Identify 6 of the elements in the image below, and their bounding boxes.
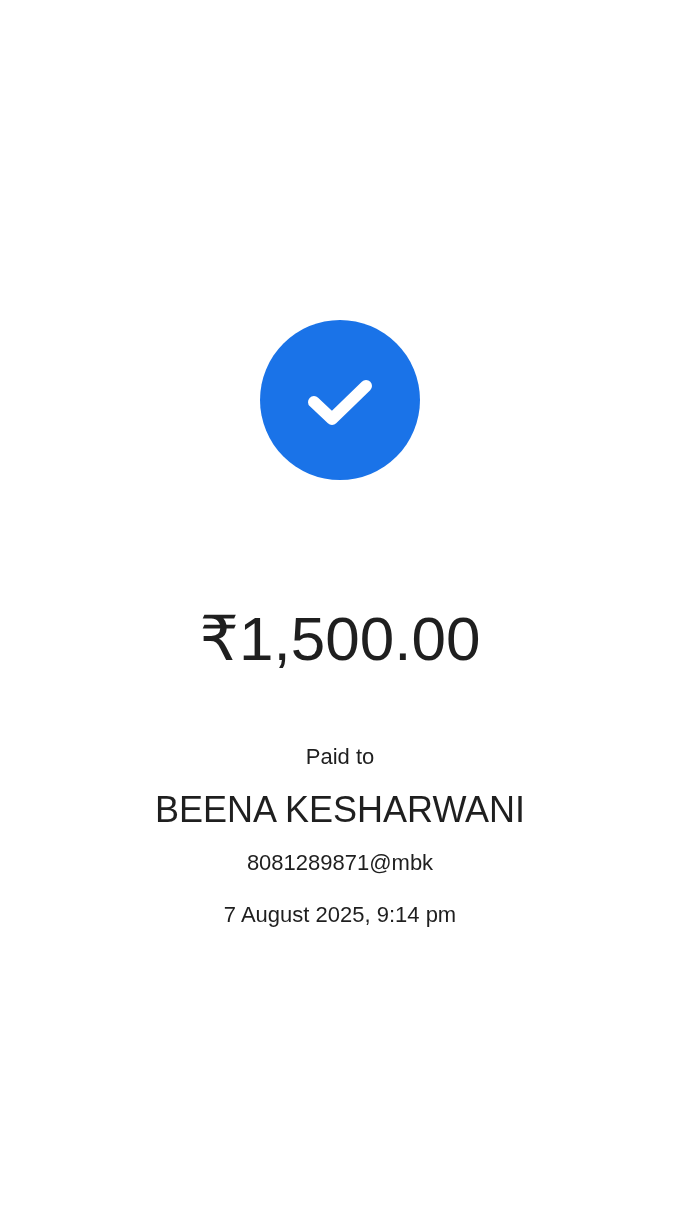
paid-to-label: Paid to	[305, 743, 375, 772]
payment-amount: ₹1,500.00	[199, 603, 481, 675]
upi-id: 8081289871@mbk	[246, 849, 434, 878]
check-icon	[260, 320, 420, 480]
payee-name: BEENA KESHARWANI	[154, 788, 526, 832]
payment-datetime: 7 August 2025, 9:14 pm	[223, 900, 457, 929]
